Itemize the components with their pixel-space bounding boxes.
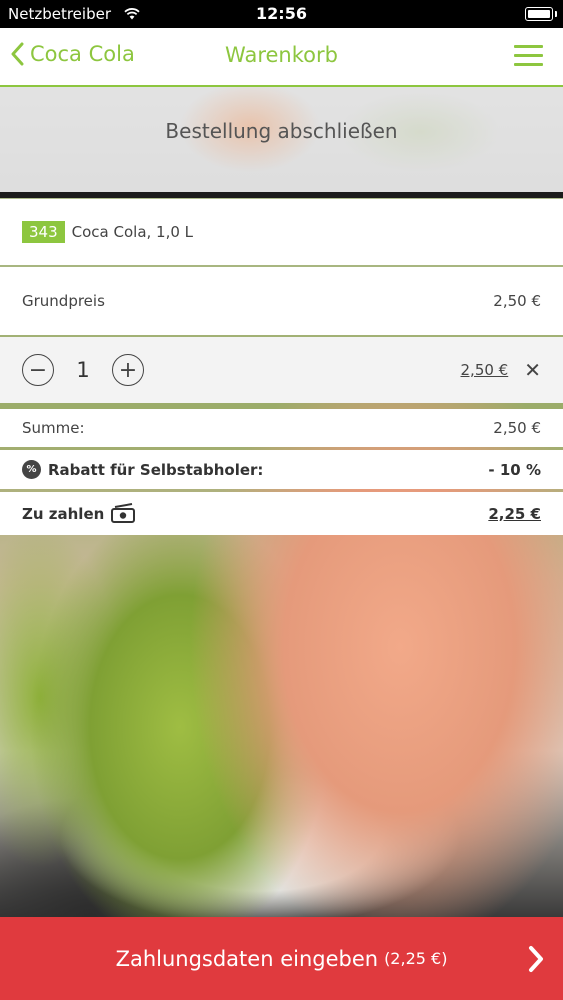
enter-payment-button[interactable]: Zahlungsdaten eingeben (2,25 €) bbox=[0, 917, 563, 1000]
sum-value: 2,50 € bbox=[493, 419, 541, 437]
item-number-badge: 343 bbox=[22, 221, 65, 243]
checkout-header: Bestellung abschließen bbox=[165, 119, 398, 143]
remove-item-icon[interactable]: ✕ bbox=[524, 358, 541, 382]
status-bar: Netzbetreiber 12:56 bbox=[0, 0, 563, 28]
cash-icon bbox=[111, 502, 136, 523]
line-total[interactable]: 2,50 € bbox=[461, 361, 509, 379]
battery-icon bbox=[525, 7, 557, 21]
quantity-value: 1 bbox=[76, 358, 90, 382]
item-name: Coca Cola, 1,0 L bbox=[71, 223, 194, 241]
cart-item: 343 Coca Cola, 1,0 L bbox=[0, 199, 563, 265]
chevron-left-icon bbox=[11, 42, 24, 66]
base-price-label: Grundpreis bbox=[22, 292, 105, 310]
total-due-value: 2,25 € bbox=[488, 504, 541, 523]
payment-button-label: Zahlungsdaten eingeben bbox=[115, 946, 379, 971]
quantity-stepper: − 1 + bbox=[22, 354, 144, 386]
discount-row: % Rabatt für Selbstabholer: - 10 % bbox=[0, 450, 563, 489]
discount-value: - 10 % bbox=[488, 460, 541, 479]
hamburger-menu-icon[interactable] bbox=[514, 45, 543, 67]
back-button[interactable]: Coca Cola bbox=[10, 42, 135, 66]
back-label: Coca Cola bbox=[30, 42, 135, 66]
discount-label: Rabatt für Selbstabholer: bbox=[48, 460, 264, 479]
sum-row: Summe: 2,50 € bbox=[0, 409, 563, 447]
divider bbox=[0, 192, 563, 198]
percent-badge-icon: % bbox=[22, 460, 41, 479]
quantity-row: − 1 + 2,50 € ✕ bbox=[0, 337, 563, 403]
total-due-label: Zu zahlen bbox=[22, 504, 105, 523]
clock: 12:56 bbox=[256, 4, 307, 23]
sum-label: Summe: bbox=[22, 419, 85, 437]
navigation-bar: Coca Cola Warenkorb bbox=[0, 28, 563, 87]
chevron-right-icon bbox=[529, 946, 543, 972]
total-due-row: Zu zahlen 2,25 € bbox=[0, 492, 563, 535]
base-price-row: Grundpreis 2,50 € bbox=[0, 267, 563, 335]
increase-quantity-button[interactable]: + bbox=[112, 354, 144, 386]
base-price-value: 2,50 € bbox=[493, 292, 541, 310]
decrease-quantity-button[interactable]: − bbox=[22, 354, 54, 386]
payment-button-amount: (2,25 €) bbox=[384, 949, 448, 968]
